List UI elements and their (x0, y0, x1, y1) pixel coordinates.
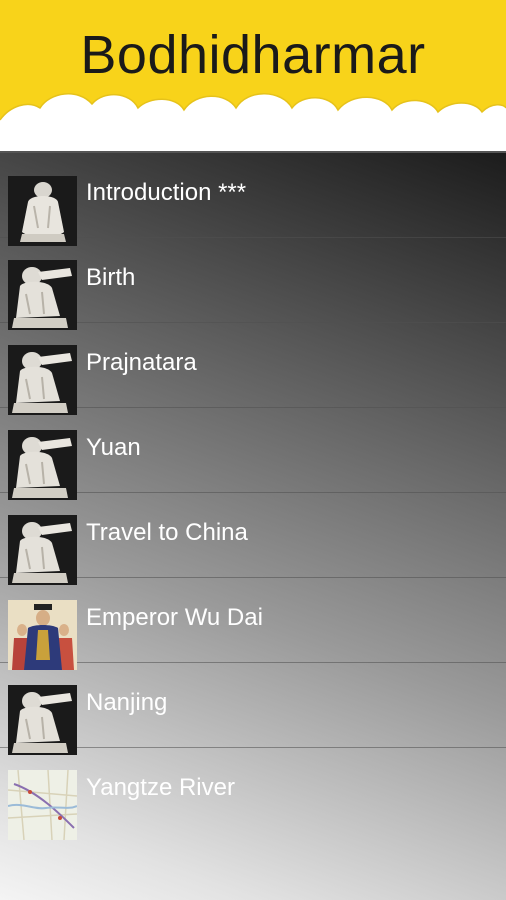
list-item-label: Yuan (86, 434, 141, 461)
statue-icon (8, 430, 77, 500)
list-item-prajnatara[interactable]: Prajnatara (0, 323, 506, 415)
statue-icon (8, 515, 77, 585)
chapter-list[interactable]: Introduction *** Birth Prajnatara Yuan T… (0, 153, 506, 900)
map-thumbnail (8, 770, 77, 840)
cloud-decoration (0, 93, 506, 153)
app-title: Bodhidharmar (80, 25, 426, 85)
statue-icon (8, 685, 77, 755)
list-item-introduction[interactable]: Introduction *** (0, 153, 506, 246)
list-item-emperor-wu-dai[interactable]: Emperor Wu Dai (0, 578, 506, 670)
list-item-label: Travel to China (86, 519, 248, 546)
list-item-label: Emperor Wu Dai (86, 604, 263, 631)
statue-thumbnail (8, 685, 77, 755)
list-item-label: Introduction *** (86, 179, 247, 206)
emperor-painting-icon (8, 600, 77, 670)
statue-thumbnail (8, 430, 77, 500)
statue-thumbnail (8, 176, 77, 246)
list-item-label: Nanjing (86, 689, 168, 716)
map-icon (8, 770, 77, 840)
statue-icon (8, 345, 77, 415)
emperor-thumbnail (8, 600, 77, 670)
list-item-label: Birth (86, 264, 136, 291)
list-item-yangtze-river[interactable]: Yangtze River (0, 748, 506, 840)
list-item-nanjing[interactable]: Nanjing (0, 663, 506, 755)
list-item-yuan[interactable]: Yuan (0, 408, 506, 500)
list-item-label: Yangtze River (86, 774, 235, 801)
statue-thumbnail (8, 260, 77, 330)
list-item-label: Prajnatara (86, 349, 197, 376)
list-item-travel-to-china[interactable]: Travel to China (0, 493, 506, 585)
statue-icon (8, 176, 77, 246)
list-item-birth[interactable]: Birth (0, 238, 506, 330)
statue-thumbnail (8, 515, 77, 585)
statue-thumbnail (8, 345, 77, 415)
app-header: Bodhidharmar (0, 0, 506, 153)
statue-icon (8, 260, 77, 330)
